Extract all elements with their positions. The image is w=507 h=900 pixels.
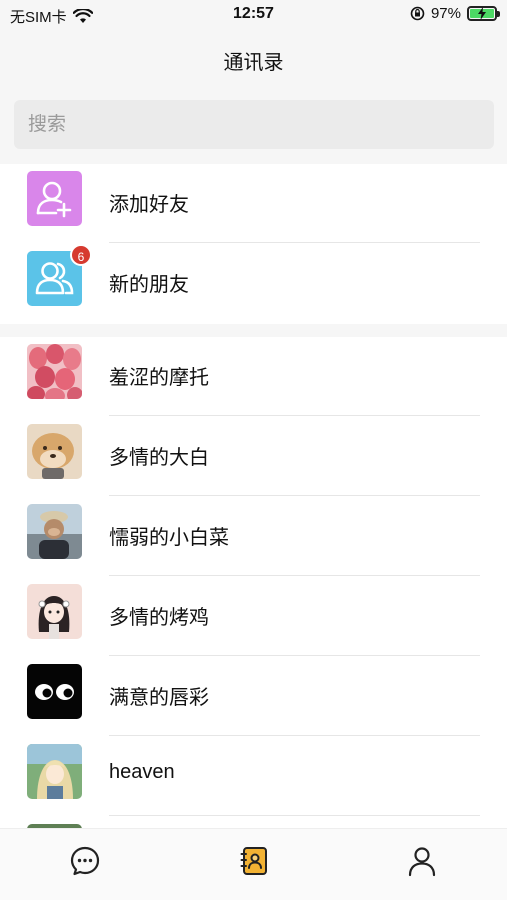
add-friend-label: 添加好友 (109, 194, 189, 216)
add-friend-icon (27, 171, 82, 226)
page-title: 通讯录 (223, 52, 284, 74)
contact-name: 满意的唇彩 (109, 687, 209, 709)
chat-icon (70, 846, 100, 876)
contact-row[interactable]: 羞涩的摩托 (0, 337, 507, 417)
tab-bar (0, 828, 507, 900)
section-gap (0, 324, 507, 337)
contact-name: heaven (109, 761, 175, 783)
tab-chats[interactable] (67, 843, 103, 879)
divider (109, 415, 480, 416)
tab-contacts[interactable] (236, 843, 272, 879)
search-input[interactable] (14, 100, 494, 149)
search-box[interactable] (14, 100, 494, 149)
divider (109, 242, 480, 243)
contact-row[interactable]: 满意的唇彩 (0, 657, 507, 737)
status-bar: 无SIM卡 12:57 97% (0, 0, 507, 32)
contact-name: 多情的烤鸡 (109, 607, 209, 629)
contact-row[interactable]: 多情的烤鸡 (0, 577, 507, 657)
contacts-icon (240, 847, 267, 875)
dog-avatar (27, 424, 82, 479)
unread-badge: 6 (70, 244, 92, 266)
contact-row[interactable]: 多情的大白 (0, 417, 507, 497)
battery-icon (467, 6, 500, 21)
contact-name: 多情的大白 (109, 447, 209, 469)
profile-icon (408, 847, 436, 877)
add-friend-item[interactable]: 添加好友 (0, 164, 507, 244)
contact-row[interactable]: 懦弱的小白菜 (0, 497, 507, 577)
battery-area: 97% (410, 5, 500, 22)
divider (109, 495, 480, 496)
search-area (0, 86, 507, 164)
navigation-bar: 通讯录 (0, 32, 507, 86)
divider (109, 735, 480, 736)
tab-profile[interactable] (404, 843, 440, 879)
contact-name: 羞涩的摩托 (109, 367, 209, 389)
contact-name: 懦弱的小白菜 (109, 527, 229, 549)
eyes-avatar (27, 664, 82, 719)
battery-percent: 97% (430, 5, 461, 22)
divider (109, 815, 480, 816)
divider (109, 655, 480, 656)
orientation-lock-icon (410, 6, 425, 21)
contact-row[interactable]: heaven (0, 737, 507, 817)
new-friends-label: 新的朋友 (109, 274, 189, 296)
contact-list: 添加好友 6 新的朋友 羞涩的摩托 多情的大白 懦弱的小白菜 多情的烤鸡 满意的… (0, 164, 507, 897)
girl-avatar (27, 584, 82, 639)
new-friends-item[interactable]: 6 新的朋友 (0, 244, 507, 324)
tulips-avatar (27, 344, 82, 399)
anime-avatar (27, 744, 82, 799)
divider (109, 575, 480, 576)
monkey-avatar (27, 504, 82, 559)
